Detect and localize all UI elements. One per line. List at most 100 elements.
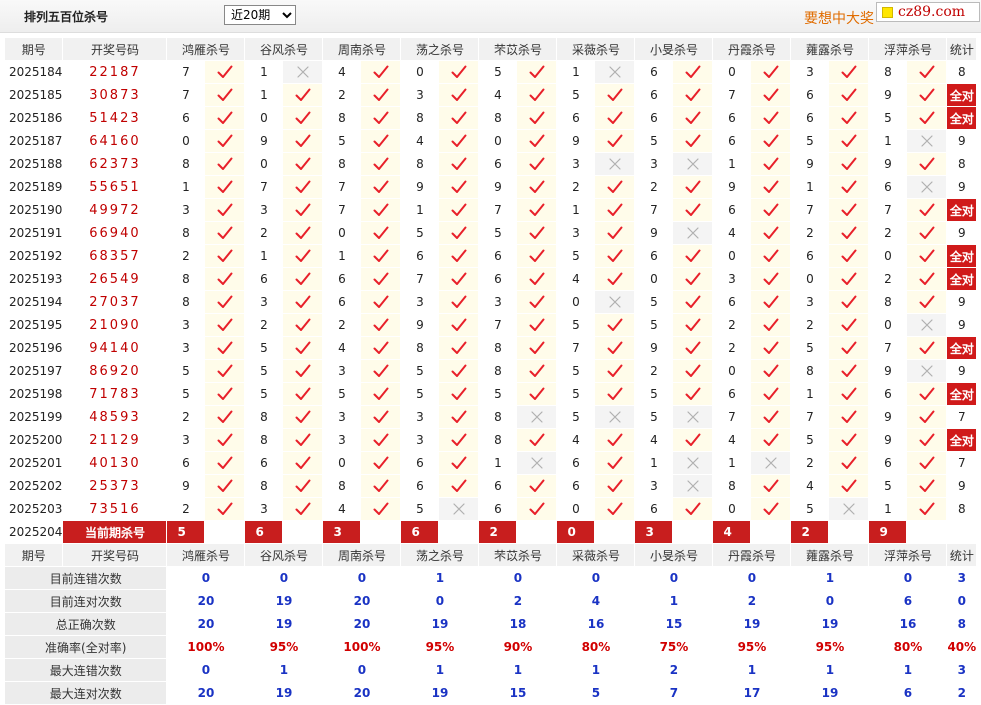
column-header: 开奖号码 — [62, 37, 168, 61]
summary-value: 90% — [478, 635, 558, 659]
stat-cell: 9 — [946, 175, 978, 199]
kill-number-cell: 5 — [634, 405, 674, 429]
correct-mark-cell — [828, 405, 870, 429]
kill-number-cell: 3 — [634, 152, 674, 176]
kill-number-cell: 6 — [478, 267, 518, 291]
kill-number-cell: 9 — [790, 152, 830, 176]
check-icon — [217, 410, 233, 423]
kill-number-cell: 5 — [244, 336, 284, 360]
kill-number-cell: 4 — [322, 60, 362, 84]
correct-mark-cell — [360, 106, 402, 130]
kill-number-cell: 6 — [166, 451, 206, 475]
summary-row: 最大连对次数 20 19 20 19 15 5 7 17 19 6 2 — [3, 681, 978, 705]
site-badge[interactable]: cz89.com — [876, 2, 980, 22]
summary-value: 20 — [166, 589, 246, 613]
check-icon — [685, 203, 701, 216]
stat-cell: 9 — [946, 290, 978, 314]
table-row: 2025202 25373 9 8 8 6 6 6 3 8 4 5 9 — [3, 474, 978, 498]
correct-mark-cell — [516, 336, 558, 360]
check-icon — [763, 341, 779, 354]
period-cell: 2025197 — [3, 359, 64, 383]
correct-mark-cell — [204, 290, 246, 314]
check-icon — [685, 65, 701, 78]
correct-mark-cell — [438, 313, 480, 337]
correct-mark-cell — [594, 198, 636, 222]
kill-number-cell: 8 — [478, 405, 518, 429]
correct-mark-cell — [750, 60, 792, 84]
correct-mark-cell — [594, 106, 636, 130]
check-icon — [919, 226, 935, 239]
summary-value: 19 — [244, 589, 324, 613]
cross-icon — [609, 158, 621, 170]
check-icon — [373, 134, 389, 147]
site-badge-text: cz89.com — [898, 4, 966, 20]
check-icon — [685, 272, 701, 285]
correct-mark-cell — [204, 106, 246, 130]
period-select[interactable]: 近20期 — [224, 5, 296, 25]
correct-mark-cell — [906, 221, 948, 245]
kill-number-cell: 2 — [166, 244, 206, 268]
summary-value: 2 — [634, 658, 714, 682]
summary-value: 19 — [790, 612, 870, 636]
table-row: 2025197 86920 5 5 3 5 8 5 2 0 8 9 9 — [3, 359, 978, 383]
kill-number-cell: 5 — [790, 497, 830, 521]
kill-number-cell: 3 — [478, 290, 518, 314]
draw-number-cell: 55651 — [62, 175, 168, 199]
correct-mark-cell — [282, 83, 324, 107]
kill-number-cell: 3 — [634, 474, 674, 498]
check-icon — [295, 364, 311, 377]
correct-mark-cell — [360, 497, 402, 521]
kill-number-cell: 3 — [244, 290, 284, 314]
summary-value: 8 — [946, 612, 978, 636]
summary-value: 0 — [244, 566, 324, 590]
blank-cell — [828, 520, 870, 544]
correct-mark-cell — [282, 474, 324, 498]
kill-number-cell: 9 — [712, 175, 752, 199]
correct-mark-cell — [594, 267, 636, 291]
check-icon — [685, 88, 701, 101]
wrong-mark-cell — [672, 405, 714, 429]
correct-mark-cell — [828, 336, 870, 360]
correct-mark-cell — [360, 382, 402, 406]
correct-mark-cell — [516, 382, 558, 406]
correct-mark-cell — [516, 313, 558, 337]
summary-value: 0 — [712, 566, 792, 590]
correct-mark-cell — [282, 359, 324, 383]
stat-cell: 7 — [946, 451, 978, 475]
kill-number-cell: 6 — [634, 83, 674, 107]
check-icon — [763, 180, 779, 193]
correct-mark-cell — [438, 129, 480, 153]
stat-cell: 9 — [946, 474, 978, 498]
kill-number-cell: 1 — [322, 244, 362, 268]
summary-value: 17 — [712, 681, 792, 705]
correct-mark-cell — [594, 83, 636, 107]
draw-number-cell: 21090 — [62, 313, 168, 337]
correct-mark-cell — [438, 405, 480, 429]
check-icon — [295, 157, 311, 170]
table-row: 2025198 71783 5 5 5 5 5 5 5 6 1 6 全对 — [3, 382, 978, 406]
summary-value: 19 — [400, 612, 480, 636]
check-icon — [919, 295, 935, 308]
correct-mark-cell — [750, 428, 792, 452]
kill-number-cell: 6 — [478, 474, 518, 498]
correct-mark-cell — [438, 152, 480, 176]
correct-mark-cell — [282, 244, 324, 268]
correct-mark-cell — [672, 428, 714, 452]
check-icon — [529, 65, 545, 78]
kill-number-cell: 4 — [556, 428, 596, 452]
kill-number-cell: 8 — [400, 152, 440, 176]
check-icon — [607, 341, 623, 354]
check-icon — [919, 111, 935, 124]
kill-number-cell: 6 — [478, 152, 518, 176]
kill-number-cell: 5 — [868, 474, 908, 498]
kill-number-cell: 4 — [478, 83, 518, 107]
correct-mark-cell — [438, 474, 480, 498]
kill-number-cell: 0 — [322, 221, 362, 245]
kill-number-cell: 5 — [634, 382, 674, 406]
correct-mark-cell — [828, 83, 870, 107]
check-icon — [217, 387, 233, 400]
summary-value: 20 — [322, 612, 402, 636]
table-row: 2025190 49972 3 3 7 1 7 1 7 6 7 7 全对 — [3, 198, 978, 222]
check-icon — [841, 88, 857, 101]
draw-number-cell: 66940 — [62, 221, 168, 245]
